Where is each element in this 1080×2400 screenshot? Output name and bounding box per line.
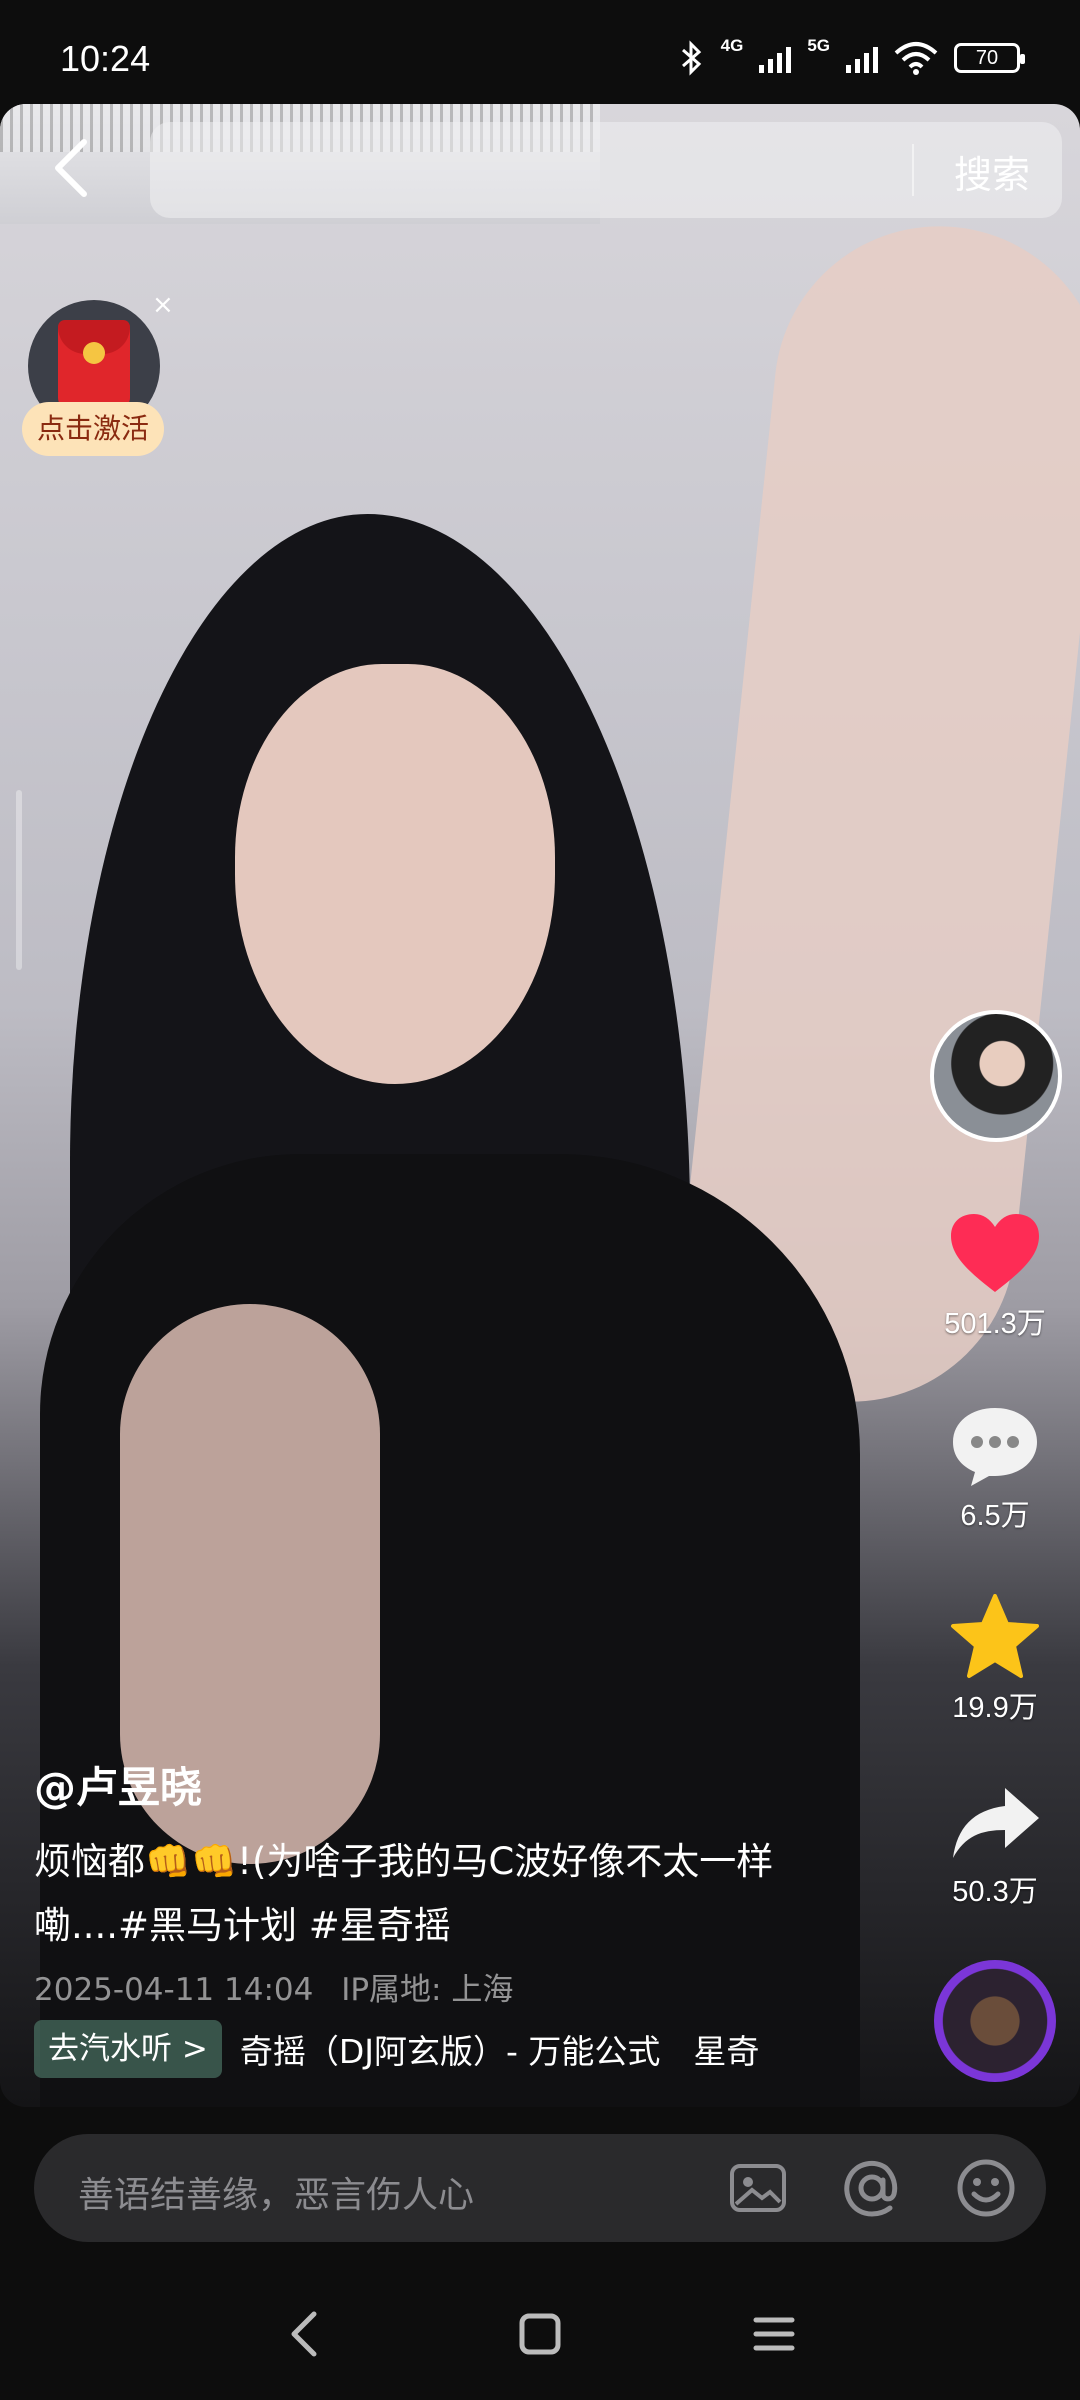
network-type-2: 5G [807,36,830,55]
back-icon[interactable] [46,136,98,200]
like-count: 501.3万 [944,1308,1046,1340]
status-bar: 10:24 4G 5G 70 [0,0,1080,104]
close-icon[interactable]: × [152,290,174,320]
post-meta: 2025-04-11 14:04 IP属地: 上海 [34,1964,513,2009]
red-envelope-icon [58,320,130,408]
share-arrow-icon [953,1788,1039,1858]
comment-button[interactable]: 6.5万 [930,1404,1060,1534]
comment-input[interactable]: 善语结善缘，恶言伤人心 [78,2166,474,2218]
system-nav-bar [0,2260,1080,2400]
comment-count: 6.5万 [960,1500,1030,1532]
wifi-icon [894,42,938,75]
status-icons: 4G 5G 70 [679,36,1025,76]
search-divider [912,144,914,196]
ip-location: IP属地: 上海 [341,1972,514,2008]
post-timestamp: 2025-04-11 14:04 [34,1972,314,2008]
bluetooth-icon [681,40,701,76]
emoji-icon[interactable] [954,2156,1018,2220]
status-time: 10:24 [60,38,151,79]
star-icon [951,1594,1039,1678]
share-button[interactable]: 50.3万 [930,1784,1060,1910]
search-button[interactable]: 搜索 [954,144,1030,199]
comment-bar[interactable]: 善语结善缘，恶言伤人心 [34,2134,1046,2242]
post-caption[interactable]: 烦恼都👊👊!(为啥子我的马C波好像不太一样嘞....#黑马计划 #星奇摇 [34,1830,854,1958]
listen-in-app-tag[interactable]: 去汽水听 > [34,2020,222,2078]
nav-home-icon[interactable] [510,2304,570,2364]
author-avatar[interactable] [930,1010,1062,1142]
share-count: 50.3万 [952,1876,1038,1908]
music-row[interactable]: 去汽水听 > 奇摇（DJ阿玄版）- 万能公式 星奇 [34,2020,820,2078]
signal-icon-2 [846,43,878,73]
heart-icon [951,1214,1039,1292]
comment-icon [953,1408,1037,1486]
scroll-indicator [16,790,22,970]
search-input[interactable]: 搜索 [150,122,1062,218]
battery-icon: 70 [954,43,1025,73]
like-button[interactable]: 501.3万 [930,1212,1060,1342]
nav-back-icon[interactable] [276,2304,336,2364]
author-name[interactable]: @卢昱晓 [34,1754,202,1815]
red-packet-label[interactable]: 点击激活 [22,402,164,456]
mention-icon[interactable] [840,2156,904,2220]
network-type-1: 4G [720,36,744,55]
red-packet-widget[interactable]: × 点击激活 [22,290,174,460]
favorite-button[interactable]: 19.9万 [930,1594,1060,1726]
nav-menu-icon[interactable] [744,2304,804,2364]
signal-icon [759,43,792,73]
music-title[interactable]: 奇摇（DJ阿玄版）- 万能公式 星奇 [240,2025,820,2073]
favorite-count: 19.9万 [952,1692,1038,1724]
music-disc-icon[interactable] [934,1960,1056,2082]
video-face [235,664,555,1084]
image-icon[interactable] [726,2156,790,2220]
